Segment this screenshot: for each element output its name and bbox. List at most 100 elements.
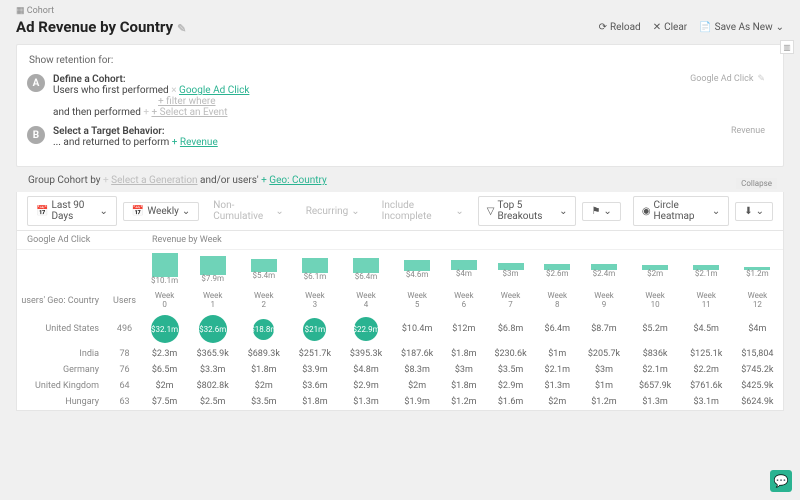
reload-icon: ⟳ bbox=[599, 22, 607, 33]
breadcrumb[interactable]: Cohort bbox=[27, 6, 54, 16]
value-cell: $425.9k bbox=[732, 378, 783, 394]
value-cell: $3.5m bbox=[485, 362, 536, 378]
clear-button[interactable]: ✕Clear bbox=[653, 22, 687, 33]
chevron-down-icon: ⌄ bbox=[712, 206, 720, 217]
value-cell: $3.5m bbox=[238, 394, 289, 410]
value-cell: $1.8m bbox=[289, 394, 340, 410]
value-cell: $187.6k bbox=[392, 346, 443, 362]
value-cell: $1m bbox=[536, 346, 578, 362]
save-as-new-button[interactable]: 📄Save As New ⌄ bbox=[699, 22, 784, 33]
filter-where-link[interactable]: + filter where bbox=[158, 96, 216, 107]
table-row: India78$2.3m$365.9k$689.3k$251.7k$395.3k… bbox=[17, 346, 783, 362]
chat-icon: 💬 bbox=[774, 474, 789, 488]
chevron-down-icon: ⌄ bbox=[351, 206, 359, 217]
group-label: Group Cohort by bbox=[28, 175, 101, 186]
value-cell: $3.9m bbox=[289, 362, 340, 378]
cumulative-toggle[interactable]: Non-Cumulative⌄ bbox=[205, 197, 291, 225]
value-cell: $6.4m bbox=[536, 312, 578, 346]
users-cell: 496 bbox=[107, 312, 142, 346]
value-cell: $1.2m bbox=[578, 394, 629, 410]
value-cell: $1.2m bbox=[443, 394, 485, 410]
save-icon: 📄 bbox=[699, 22, 711, 33]
users-cell: 78 bbox=[107, 346, 142, 362]
edit-title-icon[interactable]: ✎ bbox=[177, 22, 186, 35]
value-cell: $3.6m bbox=[289, 378, 340, 394]
side-panel-toggle[interactable]: ▥ bbox=[780, 40, 794, 54]
value-cell: $761.6k bbox=[681, 378, 732, 394]
value-circle[interactable]: $32.6m bbox=[199, 315, 227, 343]
users-header: Users bbox=[107, 289, 142, 313]
week-header: Week4 bbox=[340, 289, 391, 313]
value-cell: $2.3m bbox=[142, 346, 187, 362]
reload-button[interactable]: ⟳Reload bbox=[599, 22, 641, 33]
country-cell: United States bbox=[17, 312, 107, 346]
calendar-icon: 📅 bbox=[132, 206, 144, 217]
collapse-button[interactable]: Collapse bbox=[736, 178, 777, 189]
chevron-down-icon: ⌄ bbox=[99, 206, 107, 217]
chevron-down-icon: ⌄ bbox=[559, 206, 567, 217]
value-cell: $802.8k bbox=[187, 378, 238, 394]
step-a-title: Define a Cohort: bbox=[53, 74, 126, 85]
week-header: Week0 bbox=[142, 289, 187, 313]
step-b-chip[interactable]: Revenue bbox=[731, 126, 765, 136]
value-cell: $1.6m bbox=[485, 394, 536, 410]
group-property-link[interactable]: Geo: Country bbox=[269, 175, 326, 186]
table-row: United States496 $32.1m $32.6m $18.8m $21m $2… bbox=[17, 312, 783, 346]
help-fab[interactable]: 💬 bbox=[770, 470, 792, 492]
table-row: Germany76$6.5m$3.3m$1.8m$3.9m$4.8m$8.3m$… bbox=[17, 362, 783, 378]
country-cell: United Kingdom bbox=[17, 378, 107, 394]
value-cell: $4m bbox=[732, 312, 783, 346]
download-button[interactable]: ⬇⌄ bbox=[735, 202, 773, 221]
value-cell: $1m bbox=[578, 378, 629, 394]
value-cell: $657.9k bbox=[630, 378, 681, 394]
toolbar: Collapse 📅Last 90 Days⌄ 📅Weekly⌄ Non-Cum… bbox=[16, 192, 784, 231]
subheader-left: Google Ad Click bbox=[27, 235, 152, 245]
week-header: Week9 bbox=[578, 289, 629, 313]
value-cell: $2m bbox=[536, 394, 578, 410]
value-cell: $1.3m bbox=[536, 378, 578, 394]
value-circle[interactable]: $18.8m bbox=[253, 319, 274, 340]
value-cell: $251.7k bbox=[289, 346, 340, 362]
value-cell: $2m bbox=[238, 378, 289, 394]
country-cell: Germany bbox=[17, 362, 107, 378]
value-circle[interactable]: $22.9m bbox=[354, 317, 378, 341]
value-cell: $8.7m bbox=[578, 312, 629, 346]
country-cell: India bbox=[17, 346, 107, 362]
value-cell: $1.8m bbox=[238, 362, 289, 378]
chart-icon: ◉ bbox=[642, 206, 651, 217]
cohort-event-link[interactable]: Google Ad Click bbox=[179, 85, 249, 96]
chevron-down-icon: ⌄ bbox=[455, 206, 463, 217]
page-title: Ad Revenue by Country bbox=[16, 18, 173, 36]
select-generation-link[interactable]: Select a Generation bbox=[111, 175, 197, 186]
clear-icon: ✕ bbox=[653, 22, 661, 33]
breakouts-picker[interactable]: ▽Top 5 Breakouts⌄ bbox=[478, 196, 577, 226]
step-b-title: Select a Target Behavior: bbox=[53, 126, 165, 137]
week-header: Week3 bbox=[289, 289, 340, 313]
value-cell: $3m bbox=[578, 362, 629, 378]
date-range-picker[interactable]: 📅Last 90 Days⌄ bbox=[27, 196, 117, 226]
week-header: Week8 bbox=[536, 289, 578, 313]
table-row: United Kingdom64$2m$802.8k$2m$3.6m$2.9m$… bbox=[17, 378, 783, 394]
select-event-link[interactable]: + Select an Event bbox=[151, 107, 227, 118]
flag-button[interactable]: ⚑⌄ bbox=[582, 202, 620, 221]
granularity-picker[interactable]: 📅Weekly⌄ bbox=[123, 202, 199, 221]
value-cell: $205.7k bbox=[578, 346, 629, 362]
step-a-chip[interactable]: Google Ad Click✎ bbox=[690, 74, 765, 84]
value-cell: $3m bbox=[443, 362, 485, 378]
target-event-link[interactable]: Revenue bbox=[180, 137, 218, 148]
value-cell: $6.5m bbox=[142, 362, 187, 378]
value-circle[interactable]: $21m bbox=[303, 318, 326, 341]
recurring-toggle[interactable]: Recurring⌄ bbox=[298, 203, 368, 220]
viz-picker[interactable]: ◉Circle Heatmap⌄ bbox=[633, 196, 729, 226]
edit-icon[interactable]: ✎ bbox=[757, 74, 765, 84]
show-retention-label: Show retention for: bbox=[29, 55, 771, 66]
value-circle[interactable]: $32.1m bbox=[151, 315, 179, 343]
value-cell: $1.3m bbox=[630, 394, 681, 410]
value-cell: $2.5m bbox=[187, 394, 238, 410]
dimension-header: users' Geo: Country bbox=[17, 289, 107, 313]
chevron-down-icon: ⌄ bbox=[603, 206, 611, 217]
week-header: Week12 bbox=[732, 289, 783, 313]
step-a-line2: and then performed bbox=[53, 107, 141, 118]
value-cell: $6.8m bbox=[485, 312, 536, 346]
include-incomplete-toggle[interactable]: Include Incomplete⌄ bbox=[374, 197, 472, 225]
